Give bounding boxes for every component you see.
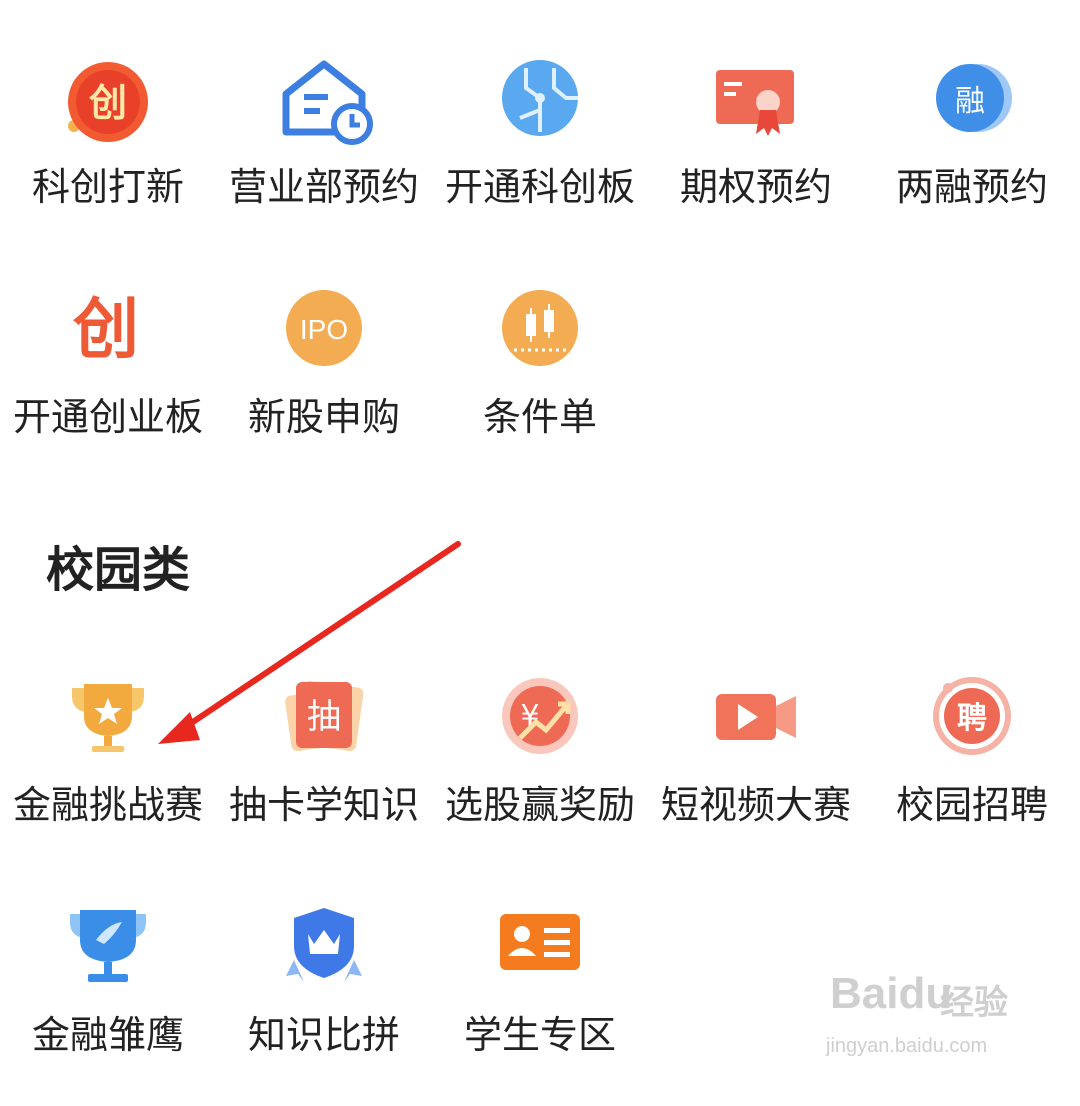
candlestick-icon (490, 288, 590, 388)
branch-house-clock-icon (274, 58, 374, 158)
baidu-jingyan-watermark: Baidu 经验 jingyan.baidu.com (820, 965, 1040, 1075)
grid-item-branch-appointment[interactable]: 营业部预约 (216, 58, 432, 258)
crown-shield-icon (274, 906, 374, 1006)
svg-text:创: 创 (73, 291, 139, 368)
svg-text:聘: 聘 (957, 701, 987, 736)
grid-item-stock-pick-reward[interactable]: ¥ 选股赢奖励 (432, 676, 648, 876)
grid-item-label: 选股赢奖励 (444, 783, 635, 827)
kechuang-icon: 创 (58, 58, 158, 158)
student-card-icon (490, 906, 590, 1006)
svg-text:融: 融 (955, 84, 985, 119)
grid-item-label: 金融雏鹰 (31, 1013, 184, 1057)
grid-item-label: 知识比拼 (247, 1013, 400, 1057)
chuangye-icon: 创 (58, 288, 158, 388)
grid-item-knowledge-contest[interactable]: 知识比拼 (216, 906, 432, 1106)
grid-item-label: 期权预约 (679, 165, 832, 209)
ipo-icon: IPO (274, 288, 374, 388)
blue-trophy-icon (58, 906, 158, 1006)
watermark-brand-cn: 经验 (940, 983, 1008, 1023)
grid-item-label: 两融预约 (895, 165, 1048, 209)
grid-item-option-appointment[interactable]: 期权预约 (648, 58, 864, 258)
grid-item-short-video-contest[interactable]: 短视频大赛 (648, 676, 864, 876)
watermark-url: jingyan.baidu.com (826, 1035, 988, 1057)
grid-item-label: 新股申购 (247, 395, 400, 439)
grid-item-label: 金融挑战赛 (12, 783, 203, 827)
video-camera-icon (706, 676, 806, 776)
grid-item-conditional-order[interactable]: 条件单 (432, 288, 648, 488)
grid-item-label: 科创打新 (31, 165, 184, 209)
grid-item-finance-challenge[interactable]: 金融挑战赛 (0, 676, 216, 876)
draw-card-icon: 抽 (274, 676, 374, 776)
svg-text:抽: 抽 (307, 697, 341, 737)
grid-item-campus-recruitment[interactable]: 聘 校园招聘 (864, 676, 1080, 876)
grid-item-label: 条件单 (482, 395, 597, 439)
grid-item-finance-eaglet[interactable]: 金融雏鹰 (0, 906, 216, 1106)
grid-item-label: 短视频大赛 (660, 783, 851, 827)
grid-item-label: 学生专区 (463, 1013, 616, 1057)
certificate-icon (706, 58, 806, 158)
grid-item-open-star-market[interactable]: 开通科创板 (432, 58, 648, 258)
grid-item-margin-appointment[interactable]: 融 两融预约 (864, 58, 1080, 258)
svg-text:创: 创 (89, 81, 127, 125)
margin-coin-icon: 融 (922, 58, 1022, 158)
svg-text:IPO: IPO (300, 314, 348, 345)
trophy-star-icon (58, 676, 158, 776)
grid-item-open-chinext[interactable]: 创 开通创业板 (0, 288, 216, 488)
grid-item-label: 开通创业板 (12, 395, 203, 439)
grid-item-draw-card[interactable]: 抽 抽卡学知识 (216, 676, 432, 876)
grid-item-ipo-subscription[interactable]: IPO 新股申购 (216, 288, 432, 488)
grid-item-kechuang-daxin[interactable]: 创 科创打新 (0, 58, 216, 258)
grid-item-label: 营业部预约 (228, 165, 419, 209)
grid-item-label: 抽卡学知识 (228, 783, 419, 827)
campus-section-title: 校园类 (46, 542, 191, 598)
grid-item-label: 校园招聘 (895, 783, 1048, 827)
grid-item-student-zone[interactable]: 学生专区 (432, 906, 648, 1106)
grid-item-label: 开通科创板 (444, 165, 635, 209)
watermark-brand: Baidu (830, 969, 953, 1018)
circuit-icon (490, 58, 590, 158)
recruit-icon: 聘 (922, 676, 1022, 776)
stock-reward-icon: ¥ (490, 676, 590, 776)
